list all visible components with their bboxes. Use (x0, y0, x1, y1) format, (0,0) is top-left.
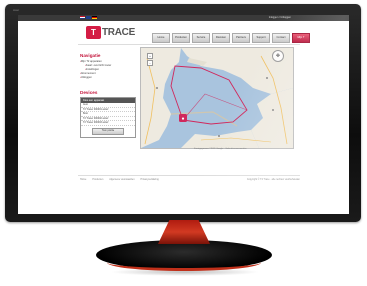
nav-tab[interactable]: Service (192, 33, 210, 43)
nav-tab[interactable]: Mijn T (292, 33, 310, 43)
nav-tab[interactable]: Diensten (212, 33, 230, 43)
login-link[interactable]: Inloggen / Uitloggen (269, 16, 291, 19)
zoom-in-button[interactable]: + (147, 53, 153, 59)
sidebar-title: Navigatie (80, 53, 101, 58)
city-dot (156, 87, 158, 89)
route-line (182, 93, 248, 121)
devices-title: Devices (80, 90, 98, 95)
map-canvas: ● (141, 48, 293, 148)
city-dot (218, 135, 220, 137)
nav-tab[interactable]: Partners (232, 33, 250, 43)
footer-link[interactable]: Privacyverklaring (141, 178, 159, 181)
city-dot (272, 109, 274, 111)
sidebar: Navigatie Mijn T2 apparatenKaart: overzi… (80, 53, 136, 138)
nav-tab[interactable]: Contact (272, 33, 290, 43)
city-dot (266, 77, 268, 79)
logo-mark: T (86, 25, 101, 39)
main-nav: Home Producten Service Diensten Partners Supp… (152, 33, 310, 43)
flag-de-icon[interactable] (92, 16, 97, 19)
language-flags[interactable] (80, 16, 97, 19)
position-marker[interactable]: ● (179, 114, 187, 122)
bezel-brand: Acer (13, 8, 20, 12)
page-footer: Home Producten Algemene voorwaarden Privacy… (80, 178, 300, 181)
zoom-control: + − (147, 53, 153, 67)
site-logo[interactable]: T TRACE (86, 25, 135, 39)
footer-link[interactable]: Algemene voorwaarden (109, 178, 134, 181)
device-row[interactable]: T2 Tracer 000003 actief (81, 121, 135, 126)
zoom-out-button[interactable]: − (147, 60, 153, 66)
footer-link[interactable]: Producten (92, 178, 103, 181)
tracking-map[interactable]: ● (140, 47, 294, 149)
logo-text: TRACE (102, 26, 135, 38)
map-copyright: Kaartgegevens ©2011 Google - Gebruiksvoo… (194, 148, 247, 150)
devices-table: Kies een apparaat Auto T2 Tracer 000001 a… (80, 97, 136, 138)
nav-tab[interactable]: Support (252, 33, 270, 43)
flag-nl-icon[interactable] (80, 16, 85, 19)
monitor-bezel: Acer Inloggen / Uitloggen T TRACE Home Pr… (5, 4, 361, 222)
monitor-stand-neck (158, 220, 210, 244)
monitor-base-accent (107, 254, 261, 271)
top-bar: Inloggen / Uitloggen (18, 15, 349, 21)
pan-control-icon[interactable]: ✥ (272, 50, 284, 62)
svg-text:●: ● (181, 116, 184, 122)
footer-link[interactable]: Home (80, 178, 86, 181)
footer-copyright: Copyright © T2 Trace · alle rechten voor… (246, 178, 300, 181)
land-east (251, 88, 293, 148)
divider (78, 44, 300, 45)
nav-tab[interactable]: Producten (172, 33, 190, 43)
monitor-screen: Inloggen / Uitloggen T TRACE Home Product… (18, 15, 349, 214)
nav-tab[interactable]: Home (152, 33, 170, 43)
flag-uk-icon[interactable] (86, 16, 91, 19)
divider (78, 175, 300, 176)
show-position-button[interactable]: Toon positie (92, 127, 124, 135)
